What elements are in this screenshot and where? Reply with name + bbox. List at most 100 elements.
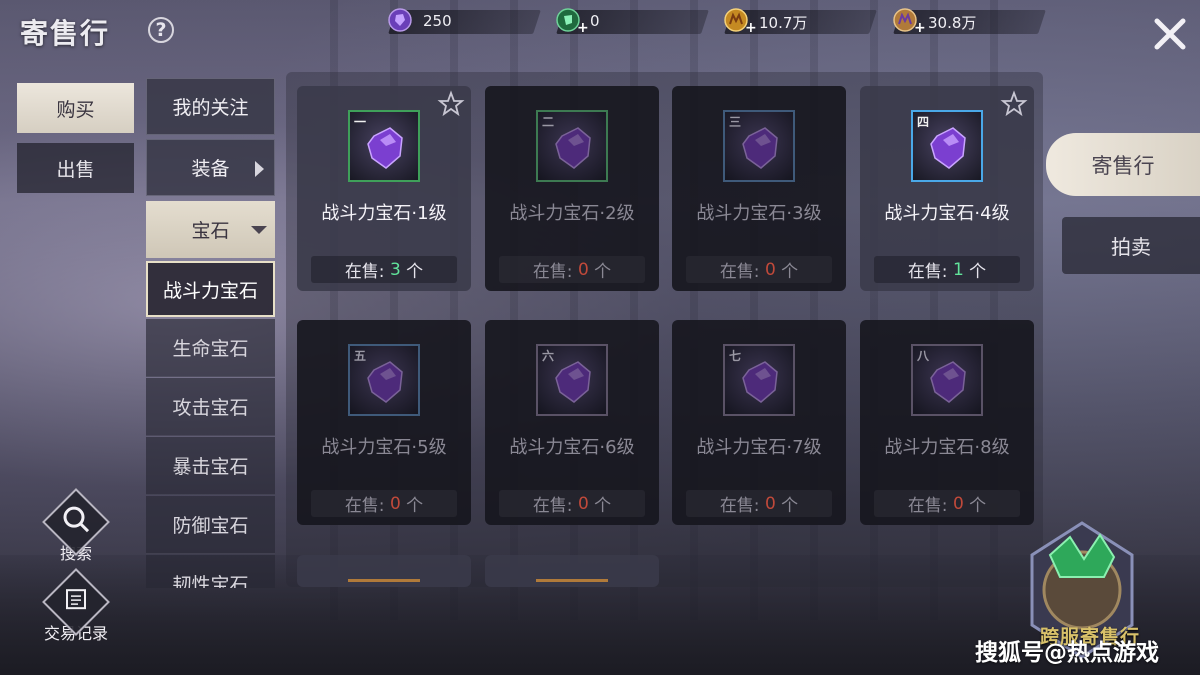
- sale-prefix: 在售:: [344, 262, 390, 282]
- item-card[interactable]: 八战斗力宝石·8级在售: 0 个: [860, 320, 1034, 525]
- item-card[interactable]: 五战斗力宝石·5级在售: 0 个: [297, 320, 471, 525]
- tab-auction[interactable]: 拍卖: [1062, 217, 1200, 274]
- item-card[interactable]: 一战斗力宝石·1级在售: 3 个: [297, 86, 471, 291]
- chevron-down-icon: [251, 226, 267, 234]
- item-icon-frame: 六: [536, 344, 608, 416]
- favorite-star-icon[interactable]: [1000, 90, 1028, 118]
- item-name: 战斗力宝石·1级: [321, 203, 447, 224]
- item-card-partial[interactable]: [485, 555, 659, 587]
- item-sale-count: 在售: 0 个: [874, 490, 1020, 517]
- purple-gem-icon: [742, 127, 778, 169]
- item-card-partial[interactable]: [297, 555, 471, 587]
- item-sale-count: 在售: 3 个: [311, 256, 457, 283]
- item-sale-count: 在售: 0 个: [499, 490, 645, 517]
- item-card[interactable]: 六战斗力宝石·6级在售: 0 个: [485, 320, 659, 525]
- sale-unit: 个: [588, 262, 612, 282]
- sale-prefix: 在售:: [719, 262, 765, 282]
- page-title: 寄售行: [20, 17, 111, 50]
- bound-gold-coin-value: 30.8万: [928, 14, 977, 32]
- purple-gem-icon: [555, 361, 591, 403]
- item-name: 战斗力宝石·3级: [696, 203, 822, 224]
- item-card[interactable]: 四战斗力宝石·4级在售: 1 个: [860, 86, 1034, 291]
- item-sale-count: 在售: 1 个: [874, 256, 1020, 283]
- category-gems-label: 宝石: [191, 220, 230, 242]
- item-sale-count: 在售: 0 个: [686, 256, 832, 283]
- sale-unit: 个: [775, 262, 799, 282]
- sale-prefix: 在售:: [907, 262, 953, 282]
- sale-count: 0: [764, 259, 776, 280]
- item-icon-frame: 一: [348, 110, 420, 182]
- trade-records-button[interactable]: 交易记录: [38, 568, 114, 644]
- sale-prefix: 在售:: [532, 262, 578, 282]
- purple-gem-icon: [388, 8, 412, 32]
- close-icon[interactable]: [1152, 16, 1188, 52]
- item-frame-partial: [536, 579, 608, 590]
- purple-gem-icon: [742, 361, 778, 403]
- item-card[interactable]: 七战斗力宝石·7级在售: 0 个: [672, 320, 846, 525]
- sale-count: 3: [389, 259, 401, 280]
- item-name: 战斗力宝石·8级: [884, 437, 1010, 458]
- item-icon-frame: 五: [348, 344, 420, 416]
- item-icon-frame: 四: [911, 110, 983, 182]
- sale-unit: 个: [963, 496, 987, 516]
- subcategory-defense-gem[interactable]: 防御宝石: [146, 496, 275, 554]
- help-icon[interactable]: ?: [148, 17, 174, 43]
- subcategory-toughness-gem[interactable]: 韧性宝石: [146, 555, 275, 588]
- item-icon-frame: 八: [911, 344, 983, 416]
- sale-unit: 个: [588, 496, 612, 516]
- purple-gem-icon: [367, 361, 403, 403]
- item-sale-count: 在售: 0 个: [499, 256, 645, 283]
- category-list: 我的关注 装备 宝石 战斗力宝石 生命宝石 攻击宝石 暴击宝石 防御宝石 韧性宝…: [146, 78, 275, 588]
- chevron-right-icon: [255, 161, 264, 177]
- subcategory-attack-gem[interactable]: 攻击宝石: [146, 378, 275, 436]
- subcategory-combat-gem[interactable]: 战斗力宝石: [146, 261, 275, 317]
- add-green-gem-button[interactable]: +: [577, 20, 589, 36]
- subcategory-life-gem[interactable]: 生命宝石: [146, 319, 275, 377]
- add-gold-button[interactable]: +: [745, 20, 757, 36]
- sale-prefix: 在售:: [532, 496, 578, 516]
- item-name: 战斗力宝石·5级: [321, 437, 447, 458]
- purple-gem-icon: [367, 127, 403, 169]
- purple-gem-icon: [555, 127, 591, 169]
- item-sale-count: 在售: 0 个: [686, 490, 832, 517]
- sale-count: 0: [577, 259, 589, 280]
- sale-count: 1: [952, 259, 964, 280]
- sale-prefix: 在售:: [719, 496, 765, 516]
- purple-gem-value: 250: [423, 12, 452, 30]
- item-name: 战斗力宝石·4级: [884, 203, 1010, 224]
- tab-buy[interactable]: 购买: [17, 83, 134, 133]
- item-name: 战斗力宝石·2级: [509, 203, 635, 224]
- sale-count: 0: [764, 493, 776, 514]
- tab-consignment[interactable]: 寄售行: [1046, 133, 1200, 196]
- item-sale-count: 在售: 0 个: [311, 490, 457, 517]
- category-favorites[interactable]: 我的关注: [146, 78, 275, 135]
- item-icon-frame: 二: [536, 110, 608, 182]
- category-equipment-label: 装备: [191, 158, 230, 180]
- sale-prefix: 在售:: [344, 496, 390, 516]
- favorite-star-icon[interactable]: [437, 90, 465, 118]
- tab-sell[interactable]: 出售: [17, 143, 134, 193]
- sale-count: 0: [389, 493, 401, 514]
- item-name: 战斗力宝石·6级: [509, 437, 635, 458]
- sale-unit: 个: [775, 496, 799, 516]
- sale-prefix: 在售:: [907, 496, 953, 516]
- subcategory-crit-gem[interactable]: 暴击宝石: [146, 437, 275, 495]
- item-icon-frame: 三: [723, 110, 795, 182]
- watermark: 搜狐号@热点游戏: [975, 640, 1159, 666]
- add-bound-gold-button[interactable]: +: [914, 20, 926, 36]
- gold-coin-value: 10.7万: [759, 14, 808, 32]
- purple-gem-icon: [930, 361, 966, 403]
- category-equipment[interactable]: 装备: [146, 139, 275, 196]
- category-gems[interactable]: 宝石: [146, 201, 275, 258]
- search-button[interactable]: 搜索: [42, 488, 110, 564]
- sale-count: 0: [952, 493, 964, 514]
- item-frame-partial: [348, 579, 420, 590]
- sale-unit: 个: [400, 262, 424, 282]
- item-icon-frame: 七: [723, 344, 795, 416]
- item-card[interactable]: 三战斗力宝石·3级在售: 0 个: [672, 86, 846, 291]
- sale-count: 0: [577, 493, 589, 514]
- green-gem-value: 0: [590, 12, 600, 30]
- item-name: 战斗力宝石·7级: [696, 437, 822, 458]
- item-card[interactable]: 二战斗力宝石·2级在售: 0 个: [485, 86, 659, 291]
- sale-unit: 个: [400, 496, 424, 516]
